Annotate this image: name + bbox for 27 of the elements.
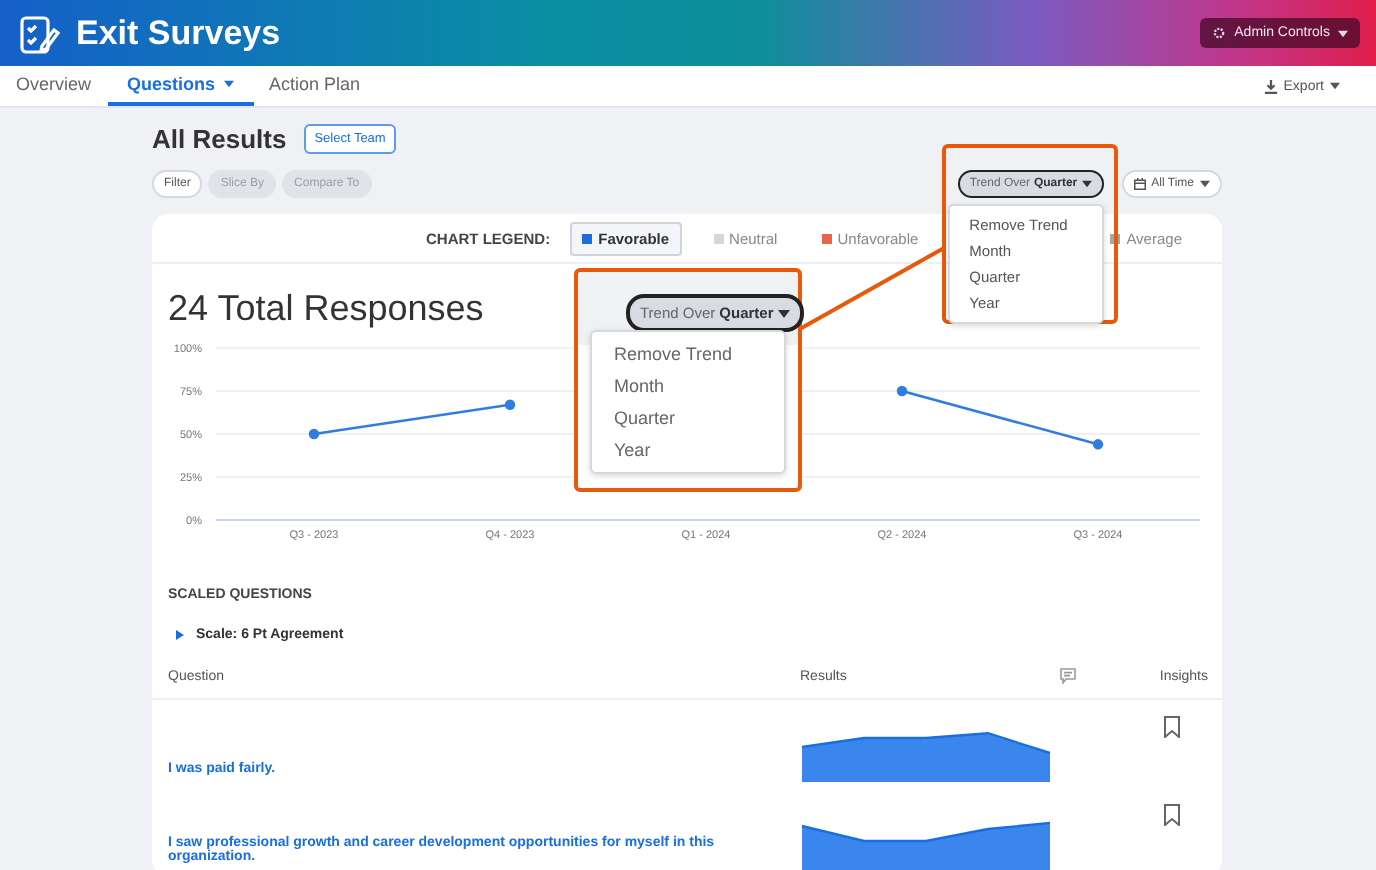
menu-item[interactable]: Quarter (592, 402, 784, 434)
gear-icon (1212, 26, 1227, 40)
total-responses: 24 Total Responses (168, 288, 484, 332)
page-title: All Results (152, 123, 287, 153)
bookmark-icon[interactable] (1164, 804, 1180, 826)
data-point (308, 428, 320, 440)
caret-icon[interactable] (176, 630, 184, 640)
comment-icon (1060, 668, 1076, 684)
nav-tab[interactable]: Overview (0, 66, 108, 106)
caret-icon (1338, 29, 1348, 37)
data-point (896, 385, 908, 397)
caret-icon (1200, 180, 1210, 188)
clipboard-checklist-icon (16, 11, 60, 55)
data-point (504, 399, 516, 410)
caret-icon (777, 309, 790, 317)
download-icon (1263, 79, 1278, 93)
app-title: Exit Surveys (76, 13, 281, 53)
data-point (1092, 439, 1104, 450)
bookmark-icon[interactable] (1164, 716, 1180, 738)
nav-tab[interactable]: Action Plan (253, 66, 377, 106)
nav-tab[interactable]: Questions (107, 66, 254, 106)
menu-item[interactable]: Year (592, 434, 784, 466)
caret-icon (1081, 180, 1092, 188)
caret-icon (1330, 82, 1340, 90)
menu-item[interactable]: Remove Trend (592, 338, 784, 370)
menu-item[interactable]: Month (592, 370, 784, 402)
calendar-icon (1133, 178, 1146, 190)
